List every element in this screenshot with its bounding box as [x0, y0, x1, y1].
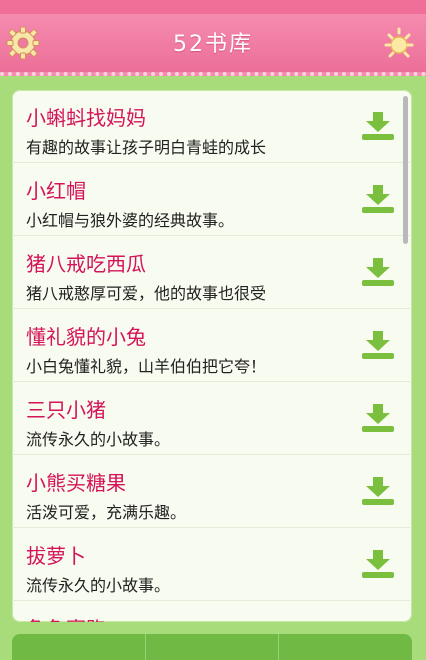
list-item[interactable]: 小熊买糖果 活泼可爱，充满乐趣。 — [12, 455, 410, 528]
list-item[interactable]: 小红帽 小红帽与狼外婆的经典故事。 — [12, 163, 410, 236]
story-desc: 小白兔懂礼貌，山羊伯伯把它夸！ — [26, 357, 267, 376]
story-desc: 活泼可爱，充满乐趣。 — [26, 503, 187, 522]
download-icon[interactable] — [360, 110, 396, 142]
story-desc: 小红帽与狼外婆的经典故事。 — [26, 211, 235, 230]
story-desc: 流传永久的小故事。 — [26, 576, 171, 595]
download-icon[interactable] — [360, 183, 396, 215]
download-icon[interactable] — [360, 548, 396, 580]
story-title: 拔萝卜 — [26, 544, 86, 568]
story-desc: 有趣的故事让孩子明白青蛙的成长 — [26, 138, 267, 157]
download-icon[interactable] — [360, 402, 396, 434]
story-desc: 猪八戒憨厚可爱，他的故事也很受 — [26, 284, 267, 303]
bottom-tab[interactable] — [279, 634, 412, 660]
download-icon[interactable] — [360, 475, 396, 507]
list-item[interactable]: 三只小猪 流传永久的小故事。 — [12, 382, 410, 455]
bottom-tab-bar — [12, 634, 412, 660]
story-title: 懂礼貌的小兔 — [26, 325, 146, 349]
list-item[interactable]: 小蝌蚪找妈妈 有趣的故事让孩子明白青蛙的成长 — [12, 90, 410, 163]
page-title: 52书库 — [173, 32, 253, 57]
story-title: 猪八戒吃西瓜 — [26, 252, 146, 276]
scrollbar[interactable] — [403, 96, 408, 244]
story-title: 小红帽 — [26, 179, 86, 203]
app-header: 52书库 — [0, 14, 426, 76]
list-item[interactable]: 拔萝卜 流传永久的小故事。 — [12, 528, 410, 601]
story-desc: 流传永久的小故事。 — [26, 430, 171, 449]
list-item[interactable]: 懂礼貌的小兔 小白兔懂礼貌，山羊伯伯把它夸！ — [12, 309, 410, 382]
list-item[interactable]: 龟兔赛跑 — [12, 601, 410, 622]
story-title: 龟兔赛跑 — [26, 613, 106, 622]
bottom-tab[interactable] — [146, 634, 280, 660]
status-bar — [0, 0, 426, 14]
sun-icon[interactable] — [382, 26, 416, 60]
bottom-tab[interactable] — [12, 634, 146, 660]
list-item[interactable]: 猪八戒吃西瓜 猪八戒憨厚可爱，他的故事也很受 — [12, 236, 410, 309]
story-title: 三只小猪 — [26, 398, 106, 422]
story-title: 小蝌蚪找妈妈 — [26, 106, 146, 130]
download-icon[interactable] — [360, 329, 396, 361]
download-icon[interactable] — [360, 256, 396, 288]
story-list: 小蝌蚪找妈妈 有趣的故事让孩子明白青蛙的成长 小红帽 小红帽与狼外婆的经典故事。… — [12, 90, 412, 622]
story-title: 小熊买糖果 — [26, 471, 126, 495]
